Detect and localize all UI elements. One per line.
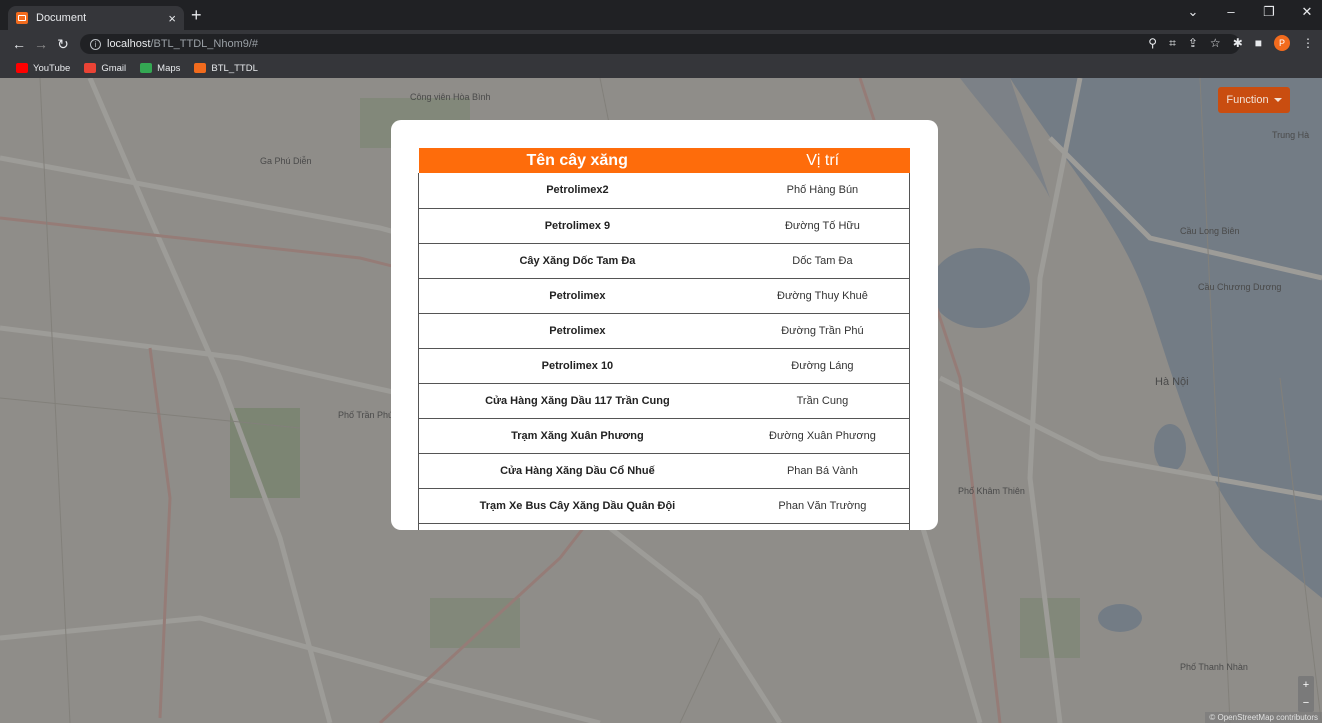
station-name: [418, 523, 736, 530]
map-label: Cầu Chương Dương: [1198, 282, 1282, 292]
column-header-location: Vị trí: [735, 148, 910, 173]
bookmarks-bar: YouTube Gmail Maps BTL_TTDL: [0, 58, 1322, 78]
station-location: Đường Tố Hữu: [735, 208, 910, 244]
station-name: Trạm Xe Bus Cây Xăng Dầu Quân Đội: [418, 488, 736, 524]
station-location: Phan Bá Vành: [735, 453, 910, 489]
tab-strip: Document × + ⌄ – ❐ ✕: [0, 0, 1322, 30]
gmail-icon: [84, 63, 97, 73]
extensions-puzzle-icon[interactable]: ✱: [1233, 36, 1243, 50]
table-row[interactable]: Petrolimex Đường Thuy Khuê: [418, 278, 910, 314]
bookmark-youtube[interactable]: YouTube: [16, 63, 70, 74]
station-name: Petrolimex2: [418, 173, 736, 209]
station-location: Đường Láng: [735, 348, 910, 384]
table-row[interactable]: Cây Xăng Dốc Tam Đa Dốc Tam Đa: [418, 243, 910, 279]
zoom-out-button[interactable]: −: [1303, 697, 1309, 709]
menu-dots-icon[interactable]: ⋮: [1302, 36, 1314, 50]
back-arrow-icon[interactable]: ←: [8, 36, 30, 52]
caret-down-icon: [1273, 98, 1282, 102]
address-bar[interactable]: i localhost/BTL_TTDL_Nhom9/#: [80, 34, 1240, 54]
bookmark-label: YouTube: [33, 62, 71, 74]
profile-avatar[interactable]: P: [1274, 35, 1290, 51]
browser-tab[interactable]: Document ×: [8, 6, 184, 30]
station-name: Petrolimex 9: [418, 208, 736, 244]
bookmark-label: Gmail: [101, 62, 127, 74]
youtube-icon: [16, 63, 28, 73]
station-location: Trần Cung: [735, 383, 910, 419]
map-label: Hà Nội: [1155, 376, 1189, 388]
map-attribution[interactable]: © OpenStreetMap contributors: [1205, 712, 1322, 723]
station-location: Đường Thuy Khuê: [735, 278, 910, 314]
station-name: Trạm Xăng Xuân Phương: [418, 418, 736, 454]
table-row[interactable]: Petrolimex2 Phố Hàng Bún: [418, 173, 910, 209]
table-row[interactable]: Trạm Xe Bus Cây Xăng Dầu Quân Đội Phan Vă…: [418, 488, 910, 524]
bookmark-maps[interactable]: Maps: [140, 63, 180, 74]
restore-icon[interactable]: ❐: [1260, 4, 1278, 20]
maps-icon: [140, 63, 153, 73]
tab-favicon-icon: [16, 12, 28, 24]
window-controls: ⌄ – ❐ ✕: [1184, 4, 1316, 20]
map-label: Phố Khâm Thiên: [958, 486, 1025, 496]
station-location: Phan Văn Trường: [735, 488, 910, 524]
station-location: Đường Trần Phú: [735, 313, 910, 349]
bookmark-btl-ttdl[interactable]: BTL_TTDL: [194, 62, 258, 74]
station-location: Dốc Tam Đa: [735, 243, 910, 279]
close-window-icon[interactable]: ✕: [1298, 4, 1316, 20]
side-panel-icon[interactable]: ■: [1255, 36, 1262, 50]
station-location: Đường Xuân Phương: [735, 418, 910, 454]
map-label: Trung Hà: [1272, 130, 1310, 140]
new-tab-button[interactable]: +: [191, 5, 202, 26]
gas-station-table: Tên cây xăng Vị trí Petrolimex2 Phố Hàng …: [418, 148, 910, 530]
toolbar-actions: ⚲ ⌗ ⇪ ☆ ✱ ■ P ⋮: [1148, 35, 1314, 51]
map-label: Ga Phú Diễn: [260, 156, 312, 166]
map-label: Công viên Hòa Bình: [410, 92, 491, 102]
table-row[interactable]: Petrolimex 10 Đường Láng: [418, 348, 910, 384]
tab-close-icon[interactable]: ×: [168, 12, 176, 25]
location-pin-icon[interactable]: ⚲: [1148, 36, 1157, 50]
station-name: Cửa Hàng Xăng Dầu Cổ Nhuế: [418, 453, 736, 489]
zoom-in-button[interactable]: +: [1303, 679, 1309, 691]
table-header-row: Tên cây xăng Vị trí: [418, 148, 910, 173]
table-row[interactable]: Cửa Hàng Xăng Dầu 117 Trần Cung Trần Cung: [418, 383, 910, 419]
station-name: Cửa Hàng Xăng Dầu 117 Trần Cung: [418, 383, 736, 419]
map-label: Cầu Long Biên: [1180, 226, 1240, 236]
site-info-icon[interactable]: i: [90, 38, 101, 50]
table-row[interactable]: [418, 523, 910, 530]
gas-station-modal: Tên cây xăng Vị trí Petrolimex2 Phố Hàng …: [391, 120, 938, 530]
share-icon[interactable]: ⇪: [1188, 36, 1198, 50]
table-row[interactable]: Petrolimex 9 Đường Tố Hữu: [418, 208, 910, 244]
map-label: Phố Thanh Nhàn: [1180, 662, 1248, 672]
url-host: localhost: [107, 38, 151, 50]
bookmark-star-icon[interactable]: ☆: [1210, 36, 1221, 50]
column-header-name: Tên cây xăng: [418, 148, 736, 173]
station-name: Cây Xăng Dốc Tam Đa: [418, 243, 736, 279]
tab-title: Document: [36, 12, 87, 24]
bookmark-label: BTL_TTDL: [211, 62, 258, 74]
table-row[interactable]: Cửa Hàng Xăng Dầu Cổ Nhuế Phan Bá Vành: [418, 453, 910, 489]
reload-icon[interactable]: ↻: [52, 36, 74, 53]
table-row[interactable]: Trạm Xăng Xuân Phương Đường Xuân Phương: [418, 418, 910, 454]
station-name: Petrolimex: [418, 278, 736, 314]
station-name: Petrolimex 10: [418, 348, 736, 384]
table-scroll-area[interactable]: Tên cây xăng Vị trí Petrolimex2 Phố Hàng …: [418, 148, 910, 530]
browser-toolbar: ← → ↻ i localhost/BTL_TTDL_Nhom9/# ⚲ ⌗ ⇪…: [0, 30, 1322, 58]
station-location: Phố Hàng Bún: [735, 173, 910, 209]
minimize-icon[interactable]: –: [1222, 4, 1240, 20]
map-label: Phố Trần Phú: [338, 410, 394, 420]
bookmark-favicon-icon: [194, 63, 207, 73]
bookmark-label: Maps: [157, 62, 181, 74]
url-path: /BTL_TTDL_Nhom9/#: [150, 38, 259, 50]
station-name: Petrolimex: [418, 313, 736, 349]
function-button-label: Function: [1226, 94, 1269, 106]
station-location: [735, 523, 910, 530]
zoom-control: + −: [1298, 676, 1314, 712]
function-dropdown-button[interactable]: Function: [1218, 87, 1290, 113]
forward-arrow-icon[interactable]: →: [30, 36, 52, 52]
translate-icon[interactable]: ⌗: [1169, 36, 1176, 51]
tab-search-icon[interactable]: ⌄: [1184, 4, 1202, 20]
table-row[interactable]: Petrolimex Đường Trần Phú: [418, 313, 910, 349]
bookmark-gmail[interactable]: Gmail: [84, 63, 126, 74]
